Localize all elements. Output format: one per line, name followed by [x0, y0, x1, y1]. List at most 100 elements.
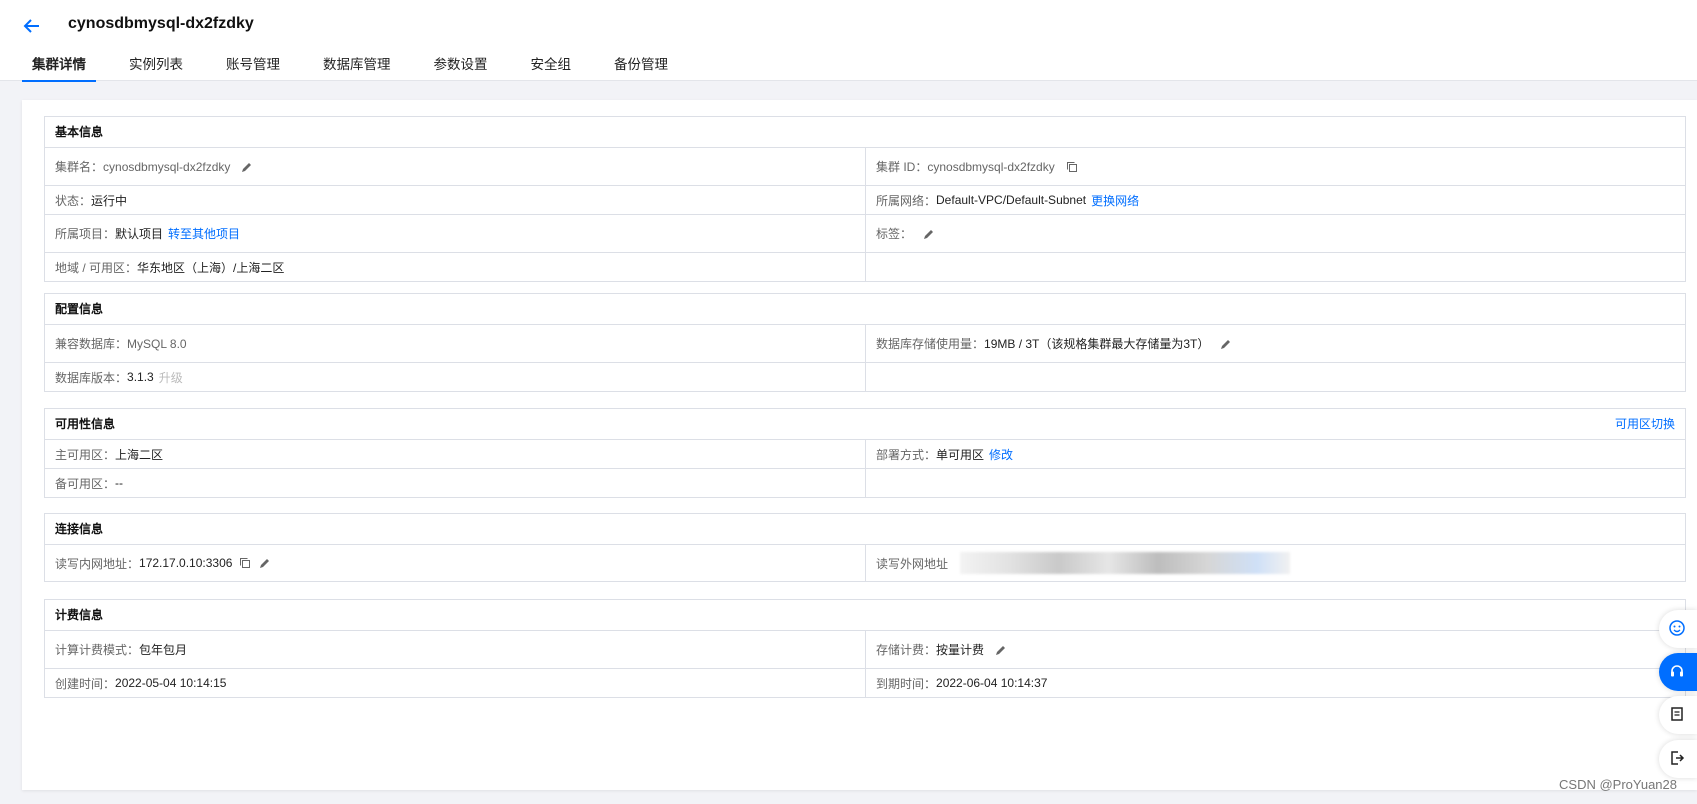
network-cell: 所属网络： Default-VPC/Default-Subnet 更换网络: [865, 186, 1685, 214]
table-row: 地域 / 可用区： 华东地区（上海）/上海二区: [45, 253, 1685, 281]
network-value: Default-VPC/Default-Subnet: [936, 193, 1087, 207]
status-cell: 状态： 运行中: [45, 186, 865, 214]
billing-info-section: 计费信息 计算计费模式： 包年包月 存储计费： 按量计费 创建时间： 2022-…: [44, 599, 1686, 698]
section-title: 配置信息: [45, 294, 1685, 325]
primary-zone-cell: 主可用区： 上海二区: [45, 440, 865, 468]
pencil-icon[interactable]: [258, 556, 272, 570]
compat-value: MySQL 8.0: [127, 336, 187, 351]
rw-internal-value: 172.17.0.10:3306: [139, 556, 233, 570]
copy-icon[interactable]: [1065, 160, 1079, 174]
compat-cell: 兼容数据库： MySQL 8.0: [45, 325, 865, 362]
standby-zone-label: 备可用区：: [55, 476, 116, 491]
tab-parameter-settings[interactable]: 参数设置: [424, 56, 498, 80]
network-label: 所属网络：: [876, 193, 937, 208]
table-row: 主可用区： 上海二区 部署方式： 单可用区 修改: [45, 440, 1685, 469]
created-time-label: 创建时间：: [55, 676, 116, 691]
back-arrow-icon[interactable]: [22, 16, 42, 36]
exit-button[interactable]: [1659, 740, 1697, 778]
table-row: 创建时间： 2022-05-04 10:14:15 到期时间： 2022-06-…: [45, 669, 1685, 697]
pencil-icon[interactable]: [922, 227, 936, 241]
cluster-id-cell: 集群 ID： cynosdbmysql-dx2fzdky: [865, 148, 1685, 185]
top-bar: cynosdbmysql-dx2fzdky 集群详情 实例列表 账号管理 数据库…: [0, 0, 1697, 82]
pencil-icon[interactable]: [240, 160, 254, 174]
copy-icon[interactable]: [238, 556, 252, 570]
standby-zone-value: --: [115, 476, 124, 490]
headset-icon: [1669, 663, 1685, 682]
document-icon: [1669, 706, 1685, 725]
section-title: 基本信息: [45, 117, 1685, 148]
empty-cell: [865, 253, 1685, 281]
created-time-value: 2022-05-04 10:14:15: [115, 676, 227, 690]
cluster-name-label: 集群名：: [55, 160, 104, 174]
tags-cell: 标签：: [865, 215, 1685, 252]
tab-database-management[interactable]: 数据库管理: [313, 56, 401, 80]
table-row: 数据库版本： 3.1.3 升级: [45, 363, 1685, 391]
tab-instance-list[interactable]: 实例列表: [119, 56, 193, 80]
storage-billing-label: 存储计费：: [876, 643, 937, 657]
cluster-id-value: cynosdbmysql-dx2fzdky: [927, 159, 1055, 174]
upgrade-link[interactable]: 升级: [159, 369, 183, 386]
table-row: 计算计费模式： 包年包月 存储计费： 按量计费: [45, 631, 1685, 669]
compute-billing-value: 包年包月: [139, 643, 188, 657]
version-cell: 数据库版本： 3.1.3 升级: [45, 363, 865, 391]
pencil-icon[interactable]: [994, 643, 1008, 657]
region-cell: 地域 / 可用区： 华东地区（上海）/上海二区: [45, 253, 865, 281]
pencil-icon[interactable]: [1219, 337, 1233, 351]
customer-support-button[interactable]: [1659, 653, 1697, 691]
storage-billing-cell: 存储计费： 按量计费: [865, 631, 1685, 668]
rw-internal-label: 读写内网地址：: [55, 556, 140, 571]
region-label: 地域 / 可用区：: [55, 260, 138, 275]
section-header: 可用性信息 可用区切换: [45, 409, 1685, 440]
expire-time-value: 2022-06-04 10:14:37: [936, 676, 1048, 690]
deploy-value: 单可用区: [936, 447, 985, 462]
created-time-cell: 创建时间： 2022-05-04 10:14:15: [45, 669, 865, 697]
compat-label: 兼容数据库：: [55, 337, 128, 351]
project-label: 所属项目：: [55, 227, 116, 241]
cluster-name-value: cynosdbmysql-dx2fzdky: [103, 159, 231, 174]
document-button[interactable]: [1659, 696, 1697, 734]
table-row: 状态： 运行中 所属网络： Default-VPC/Default-Subnet…: [45, 186, 1685, 215]
rw-external-cell: 读写外网地址: [865, 545, 1685, 581]
version-label: 数据库版本：: [55, 370, 128, 385]
cluster-name-cell: 集群名： cynosdbmysql-dx2fzdky: [45, 148, 865, 185]
compute-billing-cell: 计算计费模式： 包年包月: [45, 631, 865, 668]
table-row: 读写内网地址： 172.17.0.10:3306 读写外网地址: [45, 545, 1685, 581]
modify-deploy-link[interactable]: 修改: [989, 446, 1013, 463]
section-title: 可用性信息: [55, 417, 116, 431]
status-value: 运行中: [91, 193, 128, 208]
region-value: 华东地区（上海）/上海二区: [137, 260, 285, 275]
table-row: 备可用区： --: [45, 469, 1685, 497]
storage-billing-value: 按量计费: [936, 643, 985, 657]
cluster-id-label: 集群 ID：: [876, 160, 928, 174]
tab-bar: 集群详情 实例列表 账号管理 数据库管理 参数设置 安全组 备份管理: [22, 56, 701, 82]
tab-cluster-details[interactable]: 集群详情: [22, 56, 96, 82]
watermark: CSDN @ProYuan28: [1559, 777, 1677, 792]
storage-usage-cell: 数据库存储使用量： 19MB / 3T（该规格集群最大存储量为3T）: [865, 325, 1685, 362]
deploy-cell: 部署方式： 单可用区 修改: [865, 440, 1685, 468]
transfer-project-link[interactable]: 转至其他项目: [168, 225, 240, 242]
expire-time-label: 到期时间：: [876, 676, 937, 691]
connection-info-section: 连接信息 读写内网地址： 172.17.0.10:3306 读写外网地址: [44, 513, 1686, 582]
page-title: cynosdbmysql-dx2fzdky: [68, 15, 254, 32]
table-row: 兼容数据库： MySQL 8.0 数据库存储使用量： 19MB / 3T（该规格…: [45, 325, 1685, 363]
primary-zone-label: 主可用区：: [55, 447, 116, 462]
expire-time-cell: 到期时间： 2022-06-04 10:14:37: [865, 669, 1685, 697]
details-panel: 基本信息 集群名： cynosdbmysql-dx2fzdky 集群 ID： c…: [22, 100, 1697, 790]
version-value: 3.1.3: [127, 370, 154, 384]
tab-security-group[interactable]: 安全组: [521, 56, 582, 80]
status-label: 状态：: [55, 193, 92, 208]
config-info-section: 配置信息 兼容数据库： MySQL 8.0 数据库存储使用量： 19MB / 3…: [44, 293, 1686, 392]
change-network-link[interactable]: 更换网络: [1091, 192, 1139, 209]
table-row: 集群名： cynosdbmysql-dx2fzdky 集群 ID： cynosd…: [45, 148, 1685, 186]
section-title: 计费信息: [45, 600, 1685, 631]
storage-usage-value: 19MB / 3T（该规格集群最大存储量为3T）: [984, 337, 1210, 351]
project-value: 默认项目: [115, 227, 164, 241]
availability-info-section: 可用性信息 可用区切换 主可用区： 上海二区 部署方式： 单可用区 修改 备可用…: [44, 408, 1686, 498]
feedback-smile-button[interactable]: [1659, 610, 1697, 648]
tab-account-management[interactable]: 账号管理: [216, 56, 290, 80]
tab-backup-management[interactable]: 备份管理: [604, 56, 678, 80]
table-row: 所属项目： 默认项目 转至其他项目 标签：: [45, 215, 1685, 253]
tags-label: 标签：: [876, 227, 913, 241]
exit-icon: [1669, 750, 1685, 769]
switch-zone-link[interactable]: 可用区切换: [1615, 409, 1675, 439]
